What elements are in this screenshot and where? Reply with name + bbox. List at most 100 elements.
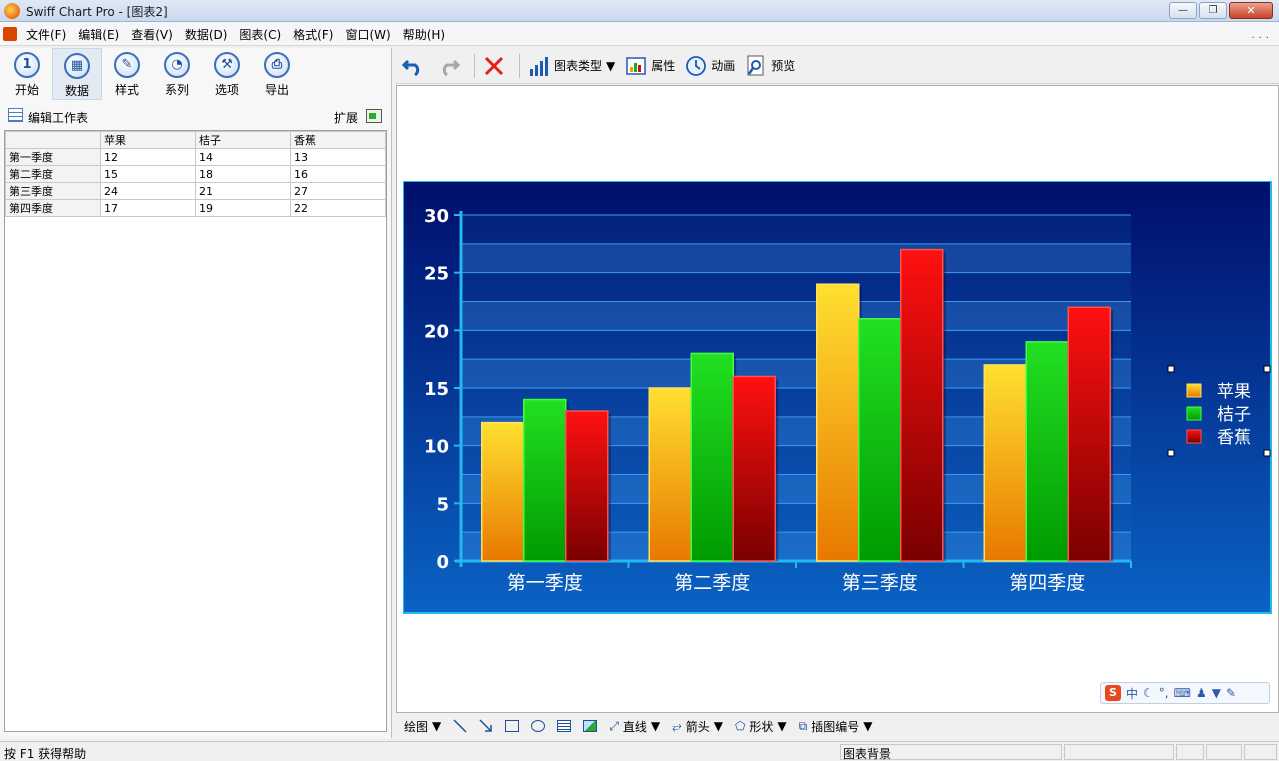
arrow-style-button[interactable]: ⥂ 箭头 ▼ <box>672 718 723 735</box>
data-cell[interactable]: 14 <box>195 148 291 166</box>
bar-1-1[interactable] <box>690 352 734 562</box>
table-row: 第三季度 24 21 27 <box>5 182 386 200</box>
delete-button[interactable] <box>483 55 509 77</box>
data-cell[interactable]: 15 <box>100 165 196 183</box>
ime-mode[interactable]: 中 <box>1126 685 1138 702</box>
data-cell[interactable]: 17 <box>100 199 196 217</box>
delete-icon <box>484 56 504 75</box>
menu-help[interactable]: 帮助(H) <box>403 26 445 43</box>
bar-2-0[interactable] <box>565 410 609 562</box>
shape-button[interactable]: ⬠ 形状 ▼ <box>735 718 787 735</box>
chart-type-button[interactable]: 图表类型 ▼ <box>528 55 615 77</box>
status-cell <box>1176 744 1204 760</box>
tab-data[interactable]: ▦ 数据 <box>52 48 102 100</box>
data-cell[interactable]: 12 <box>100 148 196 166</box>
moon-icon[interactable]: ☾ <box>1143 686 1154 700</box>
shape-label: 形状 <box>749 719 774 734</box>
menu-view[interactable]: 查看(V) <box>131 26 173 43</box>
bar-1-3[interactable] <box>1025 341 1069 562</box>
corner-cell[interactable] <box>5 131 101 149</box>
data-cell[interactable]: 21 <box>195 182 291 200</box>
chevron-down-icon: ▼ <box>777 719 787 733</box>
sogou-icon[interactable]: S <box>1105 685 1121 701</box>
menu-format[interactable]: 格式(F) <box>293 26 333 43</box>
keyboard-icon[interactable]: ⌨ <box>1174 686 1191 700</box>
punctuation-icon[interactable]: °, <box>1159 686 1169 700</box>
insert-callout-button[interactable]: ⧉ 插图编号 ▼ <box>799 718 873 735</box>
minimize-button[interactable]: — <box>1169 2 1197 19</box>
menu-file[interactable]: 文件(F) <box>26 26 66 43</box>
close-button[interactable]: ✕ <box>1229 2 1273 19</box>
skin-icon[interactable]: ▼ <box>1212 686 1221 700</box>
status-cell <box>1064 744 1174 760</box>
maximize-button[interactable]: ❐ <box>1199 2 1227 19</box>
tab-label: 导出 <box>264 83 289 97</box>
rectangle-tool[interactable] <box>505 720 520 732</box>
settings-icon[interactable]: ✎ <box>1226 686 1236 700</box>
menu-edit[interactable]: 编辑(E) <box>78 26 119 43</box>
row-header[interactable]: 第一季度 <box>5 148 101 166</box>
data-cell[interactable]: 13 <box>290 148 386 166</box>
column-header[interactable]: 苹果 <box>100 131 196 149</box>
arrow-style-icon: ⥂ <box>672 718 682 733</box>
column-header[interactable]: 香蕉 <box>290 131 386 149</box>
undo-button[interactable] <box>402 55 428 77</box>
redo-button[interactable] <box>438 55 464 77</box>
bar-0-2[interactable] <box>816 283 860 562</box>
mdi-controls[interactable]: ... <box>1251 30 1273 41</box>
worksheet-title[interactable]: 编辑工作表 <box>28 109 88 126</box>
bar-0-1[interactable] <box>648 387 692 562</box>
column-header[interactable]: 桔子 <box>195 131 291 149</box>
animation-button[interactable]: 动画 <box>685 55 735 77</box>
preview-button[interactable]: 预览 <box>745 55 795 77</box>
tab-options[interactable]: ⚒ 选项 <box>202 48 252 100</box>
status-help: 按 F1 获得帮助 <box>4 747 87 761</box>
data-cell[interactable]: 22 <box>290 199 386 217</box>
textbox-tool[interactable] <box>557 720 572 732</box>
arrow-icon <box>479 719 492 732</box>
expand-icon[interactable] <box>366 109 382 123</box>
menu-data[interactable]: 数据(D) <box>185 26 228 43</box>
menu-chart[interactable]: 图表(C) <box>239 26 281 43</box>
bar-1-2[interactable] <box>858 318 902 562</box>
data-cell[interactable]: 18 <box>195 165 291 183</box>
bar-0-0[interactable] <box>481 421 525 562</box>
bar-2-3[interactable] <box>1067 306 1111 562</box>
drawing-toolbar: 绘图 ▼ ⤢ 直线 ▼ ⥂ 箭头 ▼ ⬠ 形状 ▼ ⧉ 插图编号 ▼ <box>396 714 1279 738</box>
chart-canvas[interactable]: 0 5 10 15 20 25 30 第一季度 第二季度 第三季度 第四季度 苹果 桔子 香蕉 S 中 ☾… <box>396 85 1279 713</box>
bar-2-2[interactable] <box>900 248 944 562</box>
data-cell[interactable]: 19 <box>195 199 291 217</box>
properties-icon <box>626 56 646 75</box>
document-icon[interactable] <box>3 27 17 41</box>
row-header[interactable]: 第四季度 <box>5 199 101 217</box>
properties-button[interactable]: 属性 <box>625 55 675 77</box>
status-selection: 图表背景 <box>840 744 1062 761</box>
tab-style[interactable]: ✎ 样式 <box>102 48 152 100</box>
row-header[interactable]: 第三季度 <box>5 182 101 200</box>
arrow-tool[interactable] <box>479 719 493 733</box>
line-tool[interactable] <box>453 719 467 733</box>
row-header[interactable]: 第二季度 <box>5 165 101 183</box>
ime-toolbar[interactable]: S 中 ☾ °, ⌨ ♟ ▼ ✎ <box>1100 682 1270 704</box>
picture-tool[interactable] <box>583 720 598 732</box>
tab-export[interactable]: ⎙ 导出 <box>252 48 302 100</box>
draw-menu-button[interactable]: 绘图 ▼ <box>404 718 441 735</box>
data-cell[interactable]: 24 <box>100 182 196 200</box>
bar-0-3[interactable] <box>983 364 1027 562</box>
window-title: Swiff Chart Pro - [图表2] <box>26 5 168 19</box>
bar-2-1[interactable] <box>732 375 776 562</box>
expand-label[interactable]: 扩展 <box>334 109 358 126</box>
bar-1-0[interactable] <box>523 398 567 562</box>
properties-label: 属性 <box>651 59 676 73</box>
tab-start[interactable]: 1 开始 <box>2 48 52 100</box>
data-grid[interactable]: 苹果 桔子 香蕉 第一季度 12 14 13 第二季度 15 18 16 第三季… <box>4 130 387 732</box>
tab-series[interactable]: ◔ 系列 <box>152 48 202 100</box>
line-style-button[interactable]: ⤢ 直线 ▼ <box>609 718 660 735</box>
menu-window[interactable]: 窗口(W) <box>345 26 390 43</box>
arrow-style-label: 箭头 <box>685 719 710 734</box>
data-cell[interactable]: 16 <box>290 165 386 183</box>
user-icon[interactable]: ♟ <box>1196 686 1207 700</box>
ellipse-tool[interactable] <box>531 720 546 732</box>
bar-chart[interactable]: 0 5 10 15 20 25 30 第一季度 第二季度 第三季度 第四季度 苹果桔子香蕉 <box>403 181 1273 615</box>
data-cell[interactable]: 27 <box>290 182 386 200</box>
